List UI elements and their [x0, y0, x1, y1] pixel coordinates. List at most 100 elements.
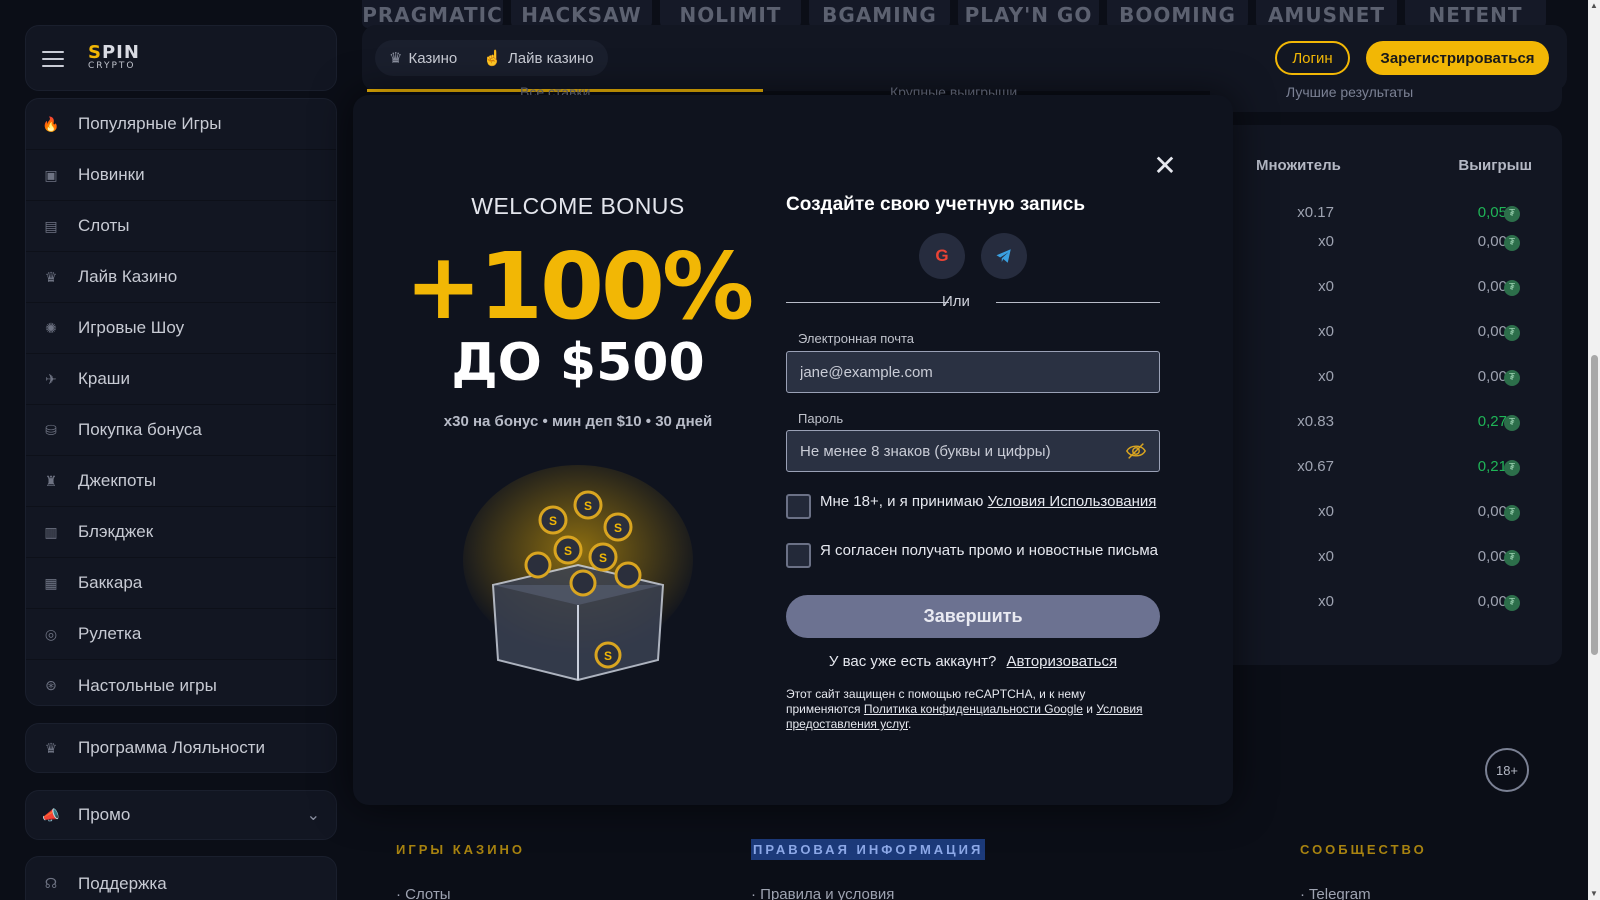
telegram-login-button[interactable] — [981, 233, 1027, 279]
login-link[interactable]: Авторизоваться — [1006, 653, 1117, 670]
new-icon: ▣ — [44, 166, 58, 183]
table-row: x0.67 0,21 ₮ — [1210, 458, 1562, 478]
provider-logo[interactable]: NOLIMIT — [660, 0, 801, 28]
age-restriction-badge: 18+ — [1485, 748, 1529, 792]
multiplier-value: x0 — [1318, 278, 1334, 295]
fire-icon: 🔥 — [42, 115, 60, 132]
provider-logo[interactable]: NETENT — [1405, 0, 1546, 28]
google-login-button[interactable]: G — [919, 233, 965, 279]
multiplier-value: x0 — [1318, 323, 1334, 340]
login-button[interactable]: Логин — [1275, 41, 1350, 75]
megaphone-icon: 📣 — [42, 806, 60, 823]
chevron-down-icon[interactable]: ⌄ — [307, 805, 320, 825]
password-input[interactable] — [800, 442, 1100, 460]
provider-logo[interactable]: PLAY'N GO — [958, 0, 1099, 28]
email-field[interactable] — [786, 351, 1160, 393]
tab-live-casino[interactable]: ☝ Лайв казино — [483, 49, 593, 67]
tab-casino[interactable]: ♛ Казино — [389, 49, 457, 67]
sidebar-item-label: Слоты — [78, 216, 130, 235]
signup-modal: ✕ WELCOME BONUS +100% ДО $500 x30 на бон… — [353, 95, 1233, 805]
casino-icon: ♛ — [389, 50, 403, 67]
google-privacy-link[interactable]: Политика конфиденциальности Google — [864, 702, 1083, 716]
usdt-coin-icon: ₮ — [1504, 206, 1520, 222]
logo[interactable]: SPIN CRYPTO — [88, 44, 140, 71]
multiplier-value: x0.83 — [1297, 413, 1334, 430]
sidebar-item-new[interactable]: ▣ Новинки — [26, 150, 336, 201]
have-account-text: У вас уже есть аккаунт? Авторизоваться — [828, 653, 1118, 670]
crown-icon: ♛ — [44, 739, 58, 756]
sidebar-item-label: Популярные Игры — [78, 114, 222, 133]
close-icon[interactable]: ✕ — [1153, 152, 1177, 180]
win-value: 0,00 — [1477, 278, 1507, 295]
sidebar-item-promo[interactable]: 📣 Промо ⌄ — [25, 790, 337, 840]
cards-icon: ▥ — [44, 523, 58, 540]
sidebar-item-slots[interactable]: ▤ Слоты — [26, 201, 336, 252]
promo-consent-label: Я согласен получать промо и новостные пи… — [820, 542, 1158, 559]
age-consent-checkbox[interactable] — [786, 494, 811, 519]
sidebar-item-label: Баккара — [78, 573, 143, 592]
win-value: 0,27 — [1477, 413, 1507, 430]
footer-title-community: СООБЩЕСТВО — [1300, 842, 1427, 857]
treasure-chest-image: S S S S S S — [463, 465, 693, 682]
multiplier-value: x0 — [1318, 233, 1334, 250]
promo-consent-checkbox[interactable] — [786, 543, 811, 568]
provider-logo[interactable]: PRAGMATIC — [362, 0, 503, 28]
form-title: Создайте свою учетную запись — [786, 194, 1086, 215]
sidebar-item-label: Блэкджек — [78, 522, 154, 541]
usdt-coin-icon: ₮ — [1504, 370, 1520, 386]
sidebar-item-wheel[interactable]: ✺ Игровые Шоу — [26, 303, 336, 354]
sidebar-item-label: Покупка бонуса — [78, 420, 202, 439]
coins-icon: ⛁ — [45, 421, 57, 438]
sidebar-item-plane[interactable]: ✈ Краши — [26, 354, 336, 405]
register-button[interactable]: Зарегистрироваться — [1366, 41, 1549, 75]
sidebar-item-label: Новинки — [78, 165, 145, 184]
sidebar-item-fire[interactable]: 🔥 Популярные Игры — [26, 99, 336, 150]
menu-icon[interactable] — [42, 51, 64, 67]
live-casino-icon: ☝ — [483, 50, 502, 67]
provider-logo[interactable]: BGAMING — [809, 0, 950, 28]
eye-off-icon[interactable] — [1125, 440, 1147, 462]
roulette-icon: ◎ — [44, 625, 58, 642]
bonus-percent: +100% — [404, 233, 754, 340]
provider-logo[interactable]: HACKSAW — [511, 0, 652, 28]
table-row: x0 0,00 ₮ — [1210, 503, 1562, 523]
sidebar-item-label: Настольные игры — [78, 675, 217, 695]
win-value: 0,21 — [1477, 458, 1507, 475]
provider-logo[interactable]: BOOMING — [1107, 0, 1248, 28]
results-tab[interactable]: Лучшие результаты — [1210, 80, 1562, 112]
footer-link-slots[interactable]: · Слоты — [396, 886, 451, 900]
provider-logo[interactable]: AMUSNET — [1256, 0, 1397, 28]
table-row: x0 0,00 ₮ — [1210, 323, 1562, 343]
win-value: 0,00 — [1477, 548, 1507, 565]
jackpot-icon: ♜ — [44, 472, 58, 489]
sidebar-item-loyalty[interactable]: ♛ Программа Лояльности — [25, 723, 337, 773]
sidebar-item-baccarat[interactable]: ▦ Баккара — [26, 558, 336, 609]
footer-link-terms[interactable]: · Правила и условия — [751, 886, 894, 900]
sidebar-item-table-games[interactable]: ⊛ Настольные игры — [26, 660, 336, 711]
telegram-icon — [996, 249, 1011, 263]
divider — [786, 302, 949, 303]
scroll-up-icon[interactable]: ▲ — [1589, 1, 1599, 11]
sidebar-item-jackpot[interactable]: ♜ Джекпоты — [26, 456, 336, 507]
usdt-coin-icon: ₮ — [1504, 415, 1520, 431]
table-row: x0 0,00 ₮ — [1210, 233, 1562, 253]
sidebar-item-roulette[interactable]: ◎ Рулетка — [26, 609, 336, 660]
terms-of-use-link[interactable]: Условия Использования — [988, 493, 1157, 510]
win-value: 0,00 — [1477, 503, 1507, 520]
scroll-down-icon[interactable]: ▼ — [1589, 889, 1599, 899]
footer-title-legal: ПРАВОВАЯ ИНФОРМАЦИЯ — [751, 839, 986, 860]
scrollbar-thumb[interactable] — [1591, 355, 1598, 655]
sidebar-item-live[interactable]: ♛ Лайв Казино — [26, 252, 336, 303]
password-field[interactable] — [786, 430, 1160, 472]
sidebar-item-support[interactable]: ☊ Поддержка — [25, 856, 337, 900]
sidebar-item-coins[interactable]: ⛁ Покупка бонуса — [26, 405, 336, 456]
sidebar-item-label: Джекпоты — [78, 471, 157, 490]
footer-link-telegram[interactable]: · Telegram — [1300, 886, 1371, 900]
submit-button[interactable]: Завершить — [786, 595, 1160, 638]
email-input[interactable] — [800, 363, 1100, 381]
bets-table: Множитель Выигрыш x0.17 0,05 ₮ x0 0,00 ₮ x0 0,0… — [1210, 125, 1562, 665]
svg-text:S: S — [614, 521, 622, 535]
usdt-coin-icon: ₮ — [1504, 460, 1520, 476]
usdt-coin-icon: ₮ — [1504, 550, 1520, 566]
sidebar-item-cards[interactable]: ▥ Блэкджек — [26, 507, 336, 558]
